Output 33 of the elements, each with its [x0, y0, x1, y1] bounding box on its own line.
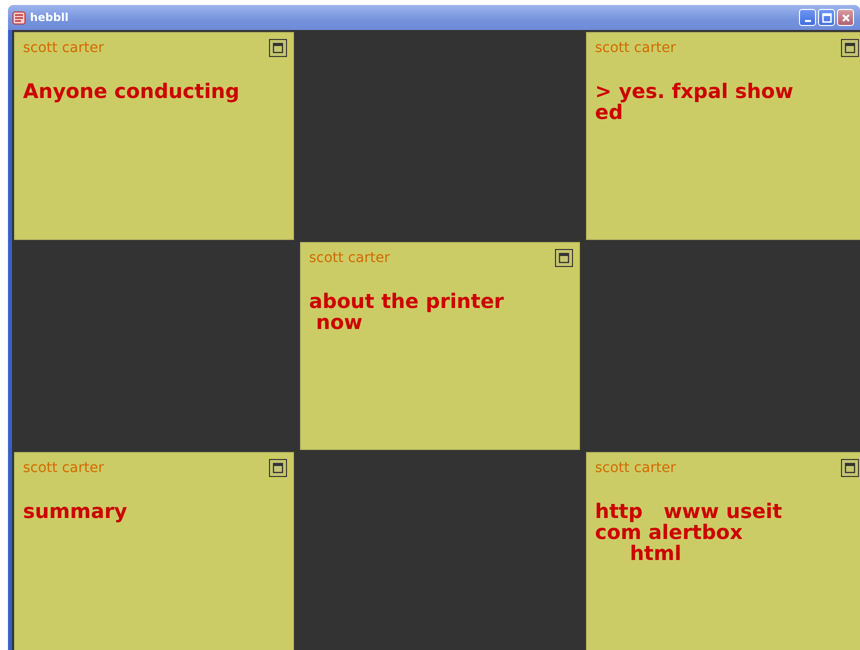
maximize-button[interactable]	[818, 9, 835, 26]
note-text: about the printer now	[309, 291, 504, 333]
minimize-button[interactable]	[799, 9, 816, 26]
minimize-icon	[804, 20, 810, 22]
app-icon	[12, 10, 26, 24]
close-button[interactable]	[837, 9, 854, 26]
sticky-note[interactable]: scott carter about the printer now	[300, 242, 580, 450]
note-maximize-button[interactable]	[841, 459, 859, 477]
note-text: http www useit com alertbox html	[595, 501, 782, 564]
window-icon	[272, 42, 284, 54]
window-icon	[844, 462, 856, 474]
note-maximize-button[interactable]	[555, 249, 573, 267]
window-title: hebbll	[30, 11, 70, 24]
note-author: scott carter	[23, 460, 104, 476]
sticky-note[interactable]: scott carter summary	[14, 452, 294, 650]
note-text: summary	[23, 501, 128, 522]
sticky-note[interactable]: scott carter http www useit com alertbox html	[586, 452, 860, 650]
note-maximize-button[interactable]	[841, 39, 859, 57]
note-author: scott carter	[595, 40, 676, 56]
maximize-icon	[822, 12, 832, 22]
note-author: scott carter	[23, 40, 104, 56]
note-maximize-button[interactable]	[269, 459, 287, 477]
note-author: scott carter	[595, 460, 676, 476]
note-text: Anyone conducting	[23, 81, 240, 102]
window-icon	[558, 252, 570, 264]
note-text: > yes. fxpal show ed	[595, 81, 794, 123]
window-icon	[844, 42, 856, 54]
window-icon	[272, 462, 284, 474]
note-author: scott carter	[309, 250, 390, 266]
sticky-note[interactable]: scott carter > yes. fxpal show ed	[586, 32, 860, 240]
sticky-note[interactable]: scott carter Anyone conducting	[14, 32, 294, 240]
close-icon	[840, 12, 850, 22]
note-maximize-button[interactable]	[269, 39, 287, 57]
